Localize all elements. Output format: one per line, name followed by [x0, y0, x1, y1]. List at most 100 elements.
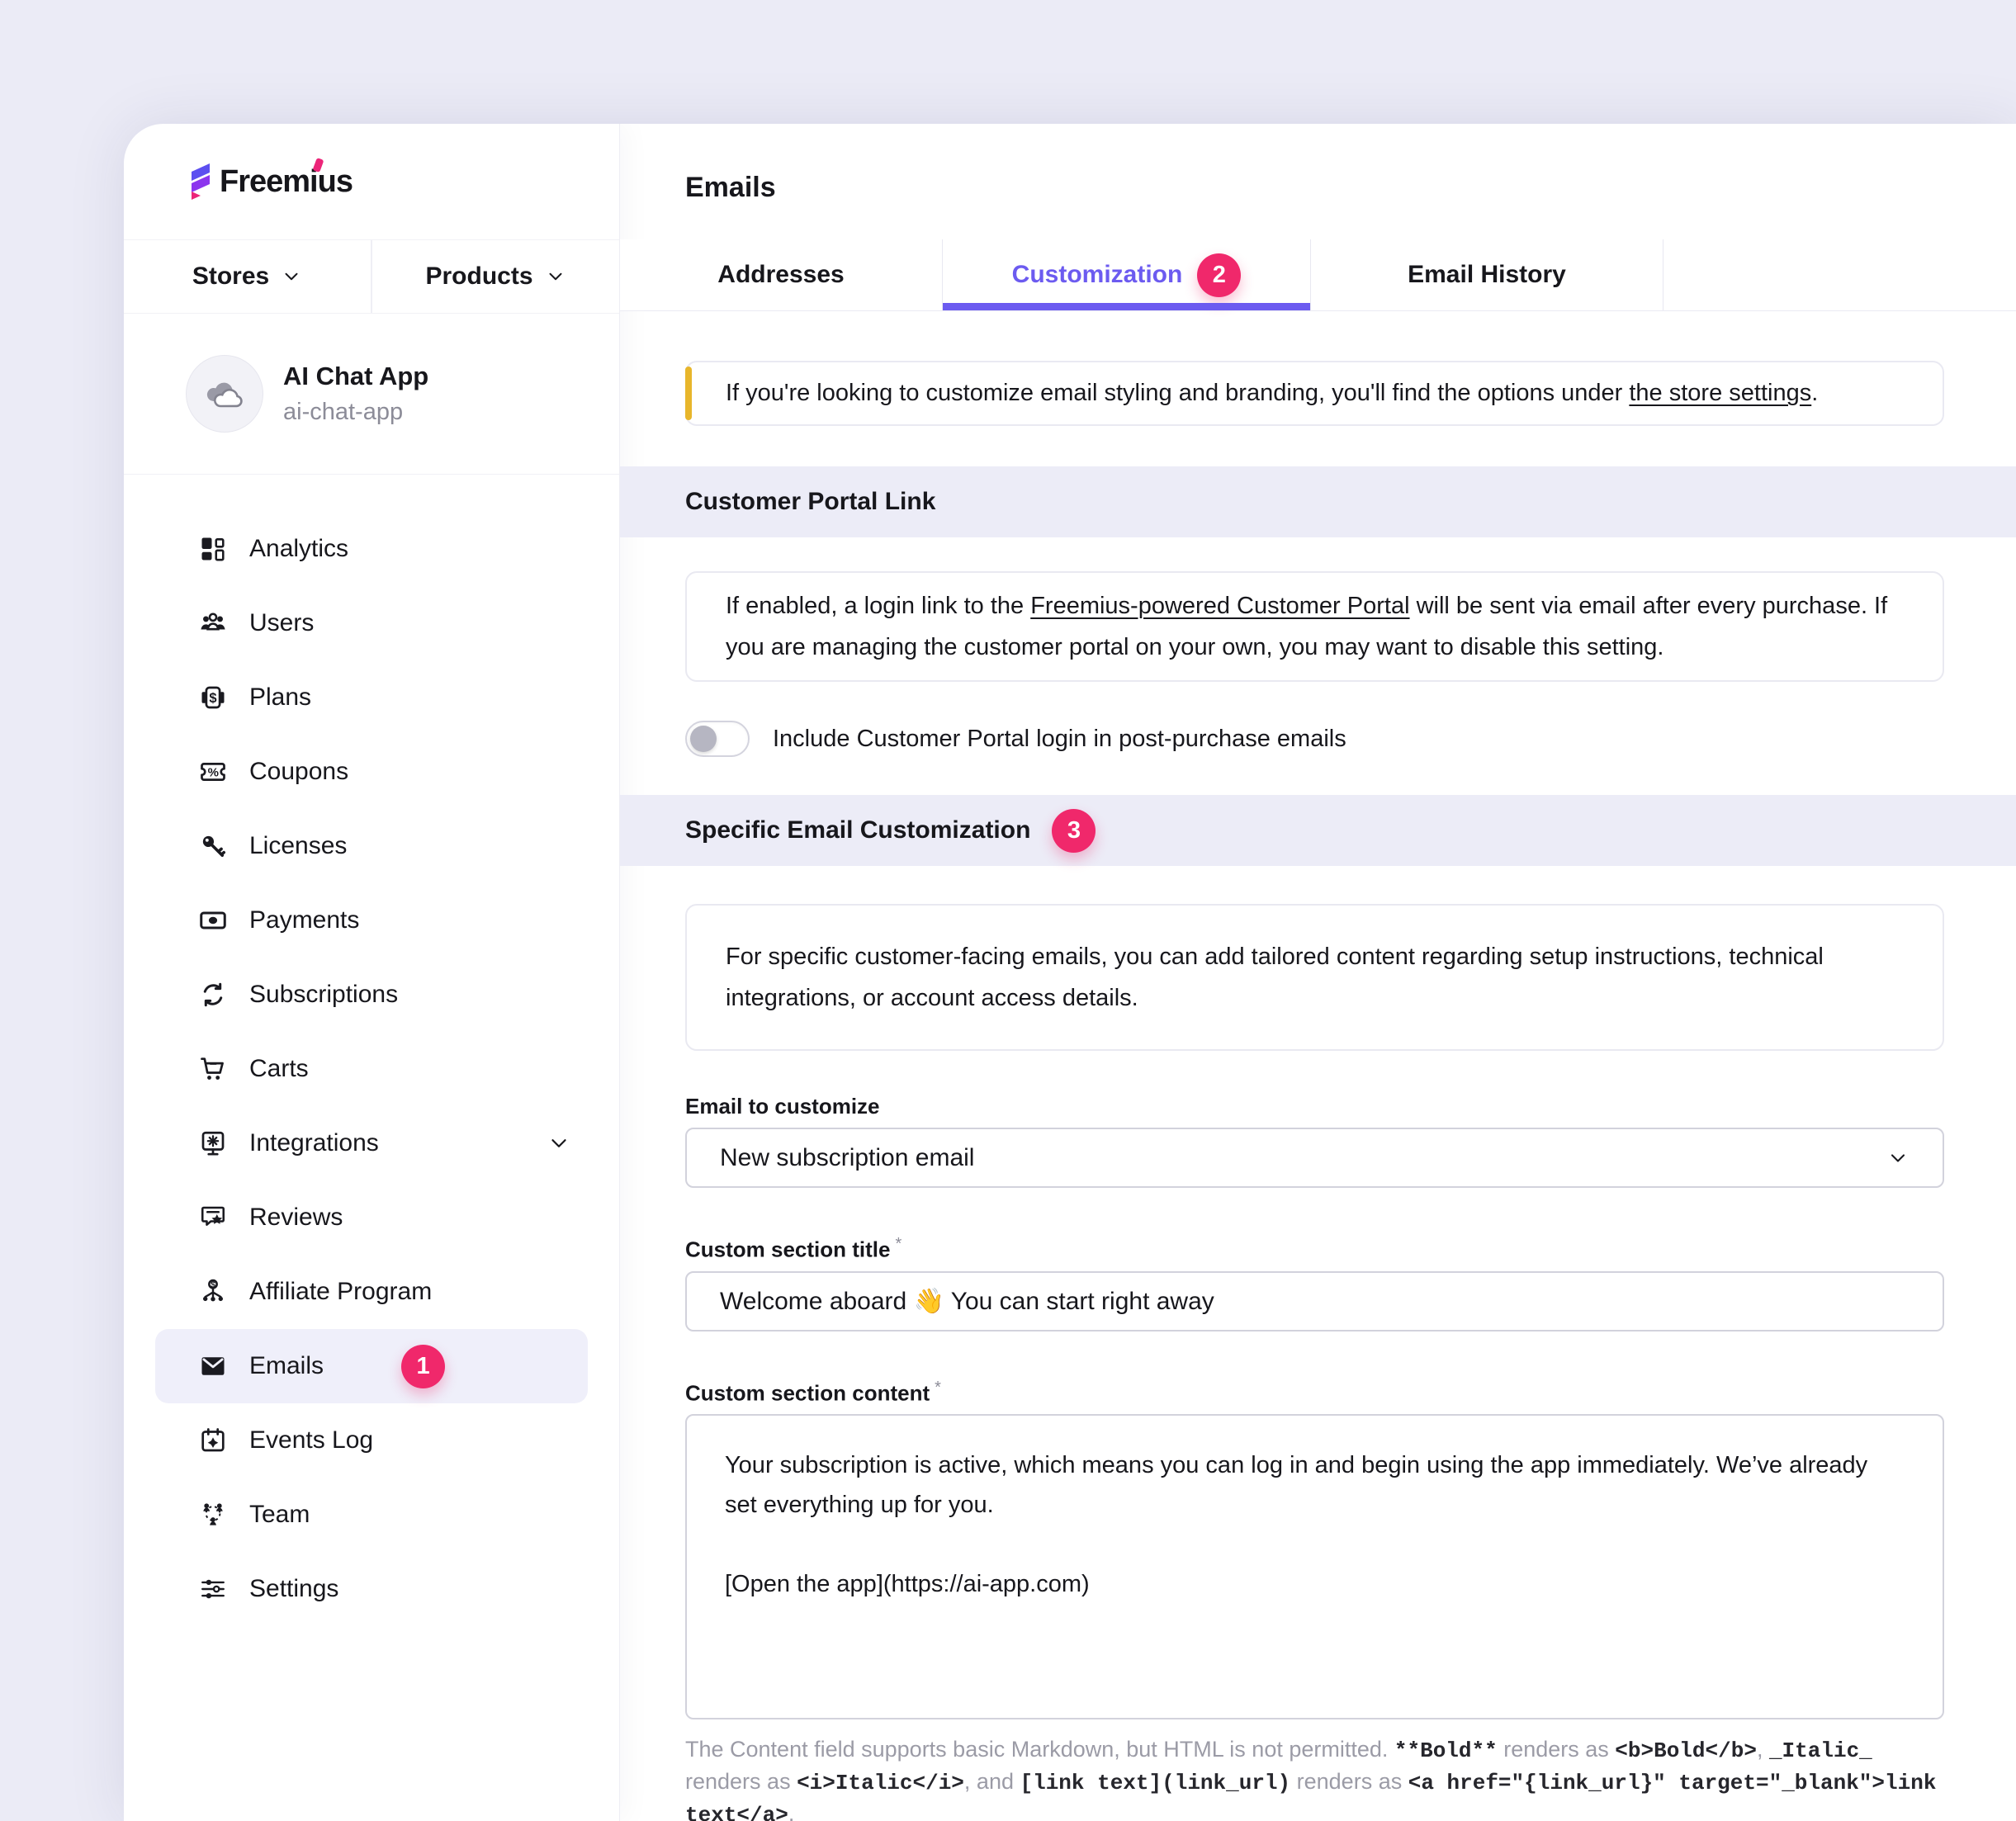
app-slug: ai-chat-app	[283, 399, 428, 426]
tab-customization[interactable]: Customization 2	[943, 239, 1311, 310]
sidebar-item-users[interactable]: Users	[124, 586, 619, 660]
main-panel: Emails Addresses Customization 2 Email H…	[620, 124, 2016, 1821]
store-settings-link[interactable]: the store settings	[1629, 380, 1811, 406]
custom-section-title-input[interactable]: Welcome aboard 👋 You can start right awa…	[685, 1271, 1944, 1331]
sidebar-item-label: Payments	[249, 906, 359, 934]
app-avatar	[186, 355, 263, 433]
sidebar-item-events-log[interactable]: Events Log	[124, 1403, 619, 1478]
logo[interactable]: Freemius	[124, 124, 619, 239]
sidebar-item-plans[interactable]: $ Plans	[124, 660, 619, 735]
customer-portal-link[interactable]: Freemius-powered Customer Portal	[1030, 593, 1409, 619]
markdown-code-example: **Bold**	[1394, 1738, 1498, 1763]
svg-text:%: %	[208, 765, 219, 779]
callout-text: If you're looking to customize email sty…	[726, 380, 1818, 407]
content: If you're looking to customize email sty…	[620, 311, 2016, 1821]
team-icon	[198, 1500, 228, 1530]
sidebar-item-label: Emails	[249, 1352, 324, 1380]
required-asterisk: *	[935, 1379, 941, 1397]
sidebar-item-subscriptions[interactable]: Subscriptions	[124, 958, 619, 1032]
app-card: Freemius Stores Products AI Chat App ai	[124, 124, 2016, 1821]
custom-section-content-textarea[interactable]: Your subscription is active, which means…	[685, 1414, 1944, 1719]
app-selector[interactable]: AI Chat App ai-chat-app	[124, 314, 619, 475]
notification-badge: 1	[401, 1345, 445, 1388]
step-badge-3: 3	[1052, 809, 1096, 853]
sidebar-item-label: Integrations	[249, 1129, 379, 1157]
settings-icon	[198, 1574, 228, 1604]
sidebar-item-licenses[interactable]: Licenses	[124, 809, 619, 883]
svg-text:$: $	[209, 691, 216, 706]
store-product-nav: Stores Products	[124, 239, 619, 314]
markdown-help-text: renders as	[1290, 1769, 1408, 1794]
tab-email-history[interactable]: Email History	[1311, 239, 1663, 310]
sidebar-item-team[interactable]: Team	[124, 1478, 619, 1552]
toggle-knob	[690, 726, 717, 752]
brand-wordmark: Freemius	[220, 164, 353, 200]
markdown-code-example: <b>Bold</b>	[1615, 1738, 1757, 1763]
payments-icon	[198, 906, 228, 935]
markdown-help: The Content field supports basic Markdow…	[685, 1734, 1944, 1821]
sidebar-item-label: Users	[249, 609, 314, 637]
toggle-label: Include Customer Portal login in post-pu…	[773, 726, 1346, 753]
affiliate-icon: $	[198, 1277, 228, 1307]
section-title: Customer Portal Link	[685, 488, 935, 516]
sidebar-item-label: Events Log	[249, 1426, 373, 1454]
sidebar-item-emails[interactable]: Emails 1	[155, 1329, 588, 1403]
markdown-help-text: .	[788, 1801, 795, 1821]
chevron-down-icon[interactable]	[547, 1131, 571, 1156]
coupons-icon: %	[198, 757, 228, 787]
stores-label: Stores	[192, 263, 269, 291]
plans-icon: $	[198, 683, 228, 712]
email-to-customize-select[interactable]: New subscription email	[685, 1128, 1944, 1188]
markdown-code-example: [link text](link_url)	[1020, 1771, 1290, 1795]
sidebar-item-label: Affiliate Program	[249, 1278, 432, 1306]
portal-description: If enabled, a login link to the Freemius…	[685, 571, 1944, 682]
licenses-icon	[198, 831, 228, 861]
carts-icon	[198, 1054, 228, 1084]
email-select-label: Email to customize	[685, 1094, 1944, 1119]
tab-label: Email History	[1408, 261, 1566, 289]
portal-toggle-row: Include Customer Portal login in post-pu…	[685, 721, 1944, 757]
section-customer-portal-link: Customer Portal Link	[620, 466, 2016, 537]
tab-bar: Addresses Customization 2 Email History	[620, 239, 2016, 311]
app-name: AI Chat App	[283, 362, 428, 391]
callout-accent-bar	[685, 367, 692, 420]
markdown-help-text: renders as	[1498, 1737, 1616, 1762]
products-dropdown[interactable]: Products	[371, 240, 619, 313]
sidebar-item-carts[interactable]: Carts	[124, 1032, 619, 1106]
markdown-code-example: <i>Italic</i>	[797, 1771, 964, 1795]
sidebar-item-label: Reviews	[249, 1204, 343, 1232]
sidebar-item-label: Plans	[249, 683, 311, 712]
tab-label: Customization	[1012, 261, 1183, 289]
sidebar-item-integrations[interactable]: Integrations	[124, 1106, 619, 1180]
sidebar-item-label: Team	[249, 1501, 310, 1529]
required-asterisk: *	[895, 1235, 902, 1253]
section-title: Specific Email Customization	[685, 816, 1030, 844]
tab-addresses[interactable]: Addresses	[620, 239, 943, 310]
step-badge: 2	[1197, 253, 1241, 297]
markdown-code-example: _Italic_	[1769, 1738, 1872, 1763]
sidebar-item-affiliate-program[interactable]: $ Affiliate Program	[124, 1255, 619, 1329]
events-log-icon	[198, 1426, 228, 1455]
sidebar-item-analytics[interactable]: Analytics	[124, 512, 619, 586]
users-icon	[198, 608, 228, 638]
sidebar-item-payments[interactable]: Payments	[124, 883, 619, 958]
portal-login-toggle[interactable]	[685, 721, 750, 757]
customization-description: For specific customer-facing emails, you…	[685, 904, 1944, 1051]
page-title: Emails	[620, 124, 2016, 239]
emails-icon	[198, 1351, 228, 1381]
sidebar-item-reviews[interactable]: Reviews	[124, 1180, 619, 1255]
subscriptions-icon	[198, 980, 228, 1010]
title-input-label: Custom section title*	[685, 1235, 1944, 1263]
cloud-icon	[203, 379, 246, 409]
sidebar-item-settings[interactable]: Settings	[124, 1552, 619, 1626]
tab-bar-filler	[1663, 239, 2016, 310]
select-value: New subscription email	[720, 1144, 974, 1172]
input-value: Welcome aboard 👋 You can start right awa…	[720, 1287, 1214, 1316]
stores-dropdown[interactable]: Stores	[124, 240, 371, 313]
chevron-down-icon	[281, 266, 302, 287]
products-label: Products	[425, 263, 532, 291]
chevron-down-icon	[1886, 1147, 1910, 1170]
integrations-icon	[198, 1128, 228, 1158]
sidebar-item-coupons[interactable]: % Coupons	[124, 735, 619, 809]
tab-label: Addresses	[717, 261, 844, 289]
